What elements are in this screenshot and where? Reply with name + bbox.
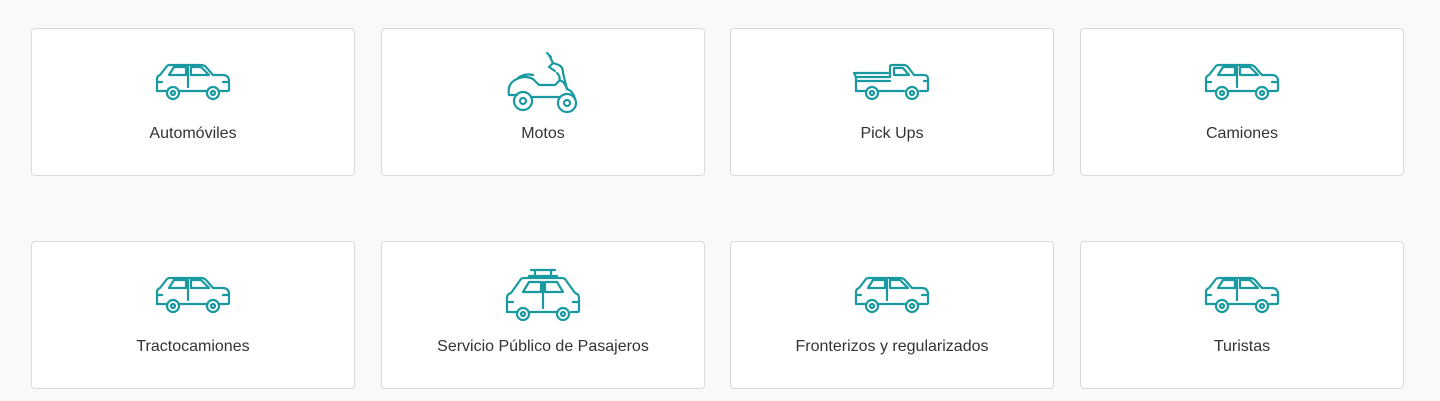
car-icon xyxy=(1204,276,1280,314)
card-label: Tractocamiones xyxy=(136,338,250,355)
car-icon xyxy=(155,276,231,314)
card-label: Turistas xyxy=(1213,338,1271,355)
scooter-icon xyxy=(507,51,578,114)
card-turistas[interactable]: Turistas xyxy=(1080,241,1404,389)
card-pick-ups[interactable]: Pick Ups xyxy=(730,28,1054,176)
car-icon xyxy=(155,63,231,101)
taxi-icon xyxy=(505,268,581,322)
car-icon xyxy=(1204,63,1280,101)
card-label: Servicio Público de Pasajeros xyxy=(437,338,649,355)
card-label: Motos xyxy=(521,125,565,142)
car-icon xyxy=(854,276,930,314)
card-automoviles[interactable]: Automóviles xyxy=(31,28,355,176)
card-fronterizos[interactable]: Fronterizos y regularizados xyxy=(730,241,1054,389)
card-camiones[interactable]: Camiones xyxy=(1080,28,1404,176)
card-tractocamiones[interactable]: Tractocamiones xyxy=(31,241,355,389)
card-servicio-publico[interactable]: Servicio Público de Pasajeros xyxy=(381,241,705,389)
card-label: Pick Ups xyxy=(860,125,924,142)
vehicle-category-grid: Automóviles Motos Pick Ups Camiones Trac… xyxy=(0,0,1440,401)
card-motos[interactable]: Motos xyxy=(381,28,705,176)
card-label: Fronterizos y regularizados xyxy=(795,338,989,355)
card-label: Automóviles xyxy=(149,125,237,142)
pickup-truck-icon xyxy=(852,63,930,101)
card-label: Camiones xyxy=(1205,125,1279,142)
